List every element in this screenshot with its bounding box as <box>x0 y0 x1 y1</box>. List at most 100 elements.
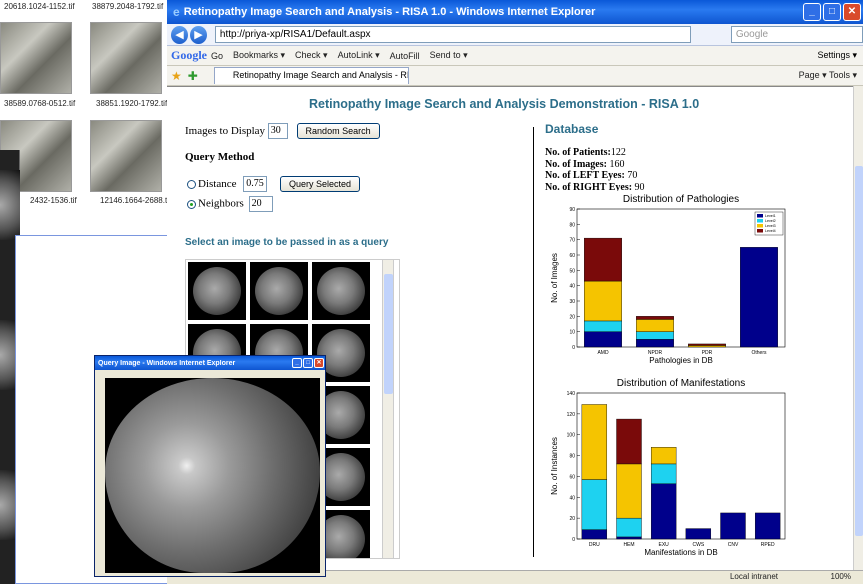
left-eyes-label: No. of LEFT Eyes: <box>545 170 625 181</box>
favorites-star-icon[interactable]: ★ <box>171 69 182 83</box>
y-tick-label: 80 <box>569 222 575 228</box>
toolbar-item-sendto[interactable]: Send to ▾ <box>430 50 468 61</box>
images-to-display-label: Images to Display <box>185 125 266 137</box>
x-axis-label: Pathologies in DB <box>649 356 713 365</box>
x-tick-label: HEM <box>623 542 634 548</box>
aerial-thumbnail[interactable] <box>0 22 72 94</box>
y-tick-label: 0 <box>572 537 575 543</box>
toolbar-item-check[interactable]: Check ▾ <box>295 50 328 61</box>
address-input[interactable]: http://priya-xp/RISA1/Default.aspx <box>214 26 691 43</box>
neighbors-label: Neighbors <box>198 197 244 210</box>
y-tick-label: 70 <box>569 238 575 244</box>
security-zone: Local intranet <box>729 572 778 581</box>
popup-maximize-button[interactable]: □ <box>303 358 313 368</box>
legend-swatch <box>757 229 763 233</box>
y-tick-label: 120 <box>567 412 576 418</box>
window-title: Retinopathy Image Search and Analysis - … <box>183 6 596 18</box>
toolbar-item-autofill[interactable]: AutoFill <box>390 51 420 61</box>
patients-label: No. of Patients: <box>545 147 611 158</box>
tab-current[interactable]: Retinopathy Image Search and Analysis - … <box>213 67 409 84</box>
y-tick-label: 0 <box>572 345 575 351</box>
distance-radio[interactable] <box>187 179 196 189</box>
google-logo: Google <box>171 48 207 62</box>
bar-segment <box>581 479 608 530</box>
left-eyes-value: 70 <box>627 170 638 181</box>
legend-entry: Level1 <box>765 214 776 218</box>
gallery-image[interactable] <box>188 262 246 320</box>
database-stats: No. of Patients:122 No. of Images: 160 N… <box>545 147 645 193</box>
forward-icon[interactable]: ▶ <box>189 25 207 44</box>
ie-titlebar: e Retinopathy Image Search and Analysis … <box>167 0 863 24</box>
thumbnail-label: 38851.1920-1792.tif <box>96 99 168 108</box>
query-selected-button[interactable]: Query Selected <box>279 176 361 192</box>
x-tick-label: Others <box>751 350 767 356</box>
gallery-image[interactable] <box>312 262 370 320</box>
y-tick-label: 30 <box>569 299 575 305</box>
y-tick-label: 60 <box>569 253 575 259</box>
bar-segment <box>581 529 608 540</box>
x-tick-label: AMD <box>597 350 609 356</box>
bar-segment <box>584 331 622 348</box>
y-tick-label: 100 <box>567 433 576 439</box>
database-heading: Database <box>545 122 599 136</box>
pathologies-chart: Distribution of Pathologies 0 10 20 30 40 50 60… <box>545 191 795 373</box>
neighbors-radio[interactable] <box>187 199 196 209</box>
settings-button[interactable]: Settings ▾ <box>817 50 857 61</box>
distance-label: Distance <box>198 178 237 190</box>
popup-close-button[interactable]: ✕ <box>314 358 324 368</box>
legend-entry: Level2 <box>765 219 776 223</box>
legend-entry: Level3 <box>765 224 776 228</box>
toolbar-item-autolink[interactable]: AutoLink ▾ <box>338 50 380 61</box>
page-tools-menu[interactable]: Page ▾ Tools ▾ <box>799 70 857 81</box>
page-scroll-thumb[interactable] <box>855 166 863 536</box>
images-to-display-input[interactable]: 30 <box>267 123 288 140</box>
x-tick-label: RPED <box>761 542 775 548</box>
bar-segment <box>616 463 642 519</box>
bar-segment <box>616 418 642 465</box>
bar-segment <box>584 280 622 322</box>
zoom-level[interactable]: 100% <box>831 572 851 581</box>
bar-segment <box>581 404 608 480</box>
legend-swatch <box>757 224 763 228</box>
y-tick-label: 50 <box>569 268 575 274</box>
bar-segment <box>636 319 674 332</box>
thumbnail-label: 12146.1664-2688.tif <box>100 196 172 205</box>
gallery-scrollbar[interactable] <box>382 259 394 559</box>
y-tick-label: 20 <box>569 516 575 522</box>
minimize-button[interactable]: _ <box>803 3 821 21</box>
legend-swatch <box>757 214 763 218</box>
toolbar-item-bookmarks[interactable]: Bookmarks ▾ <box>233 50 285 61</box>
fundus-photo <box>105 378 320 573</box>
thumbnail-label: 38879.2048-1792.tif <box>92 2 164 11</box>
close-button[interactable]: ✕ <box>843 3 861 21</box>
y-axis-label: No. of Instances <box>550 437 559 495</box>
bar-segment <box>650 463 677 484</box>
address-bar-row: ◀ ▶ http://priya-xp/RISA1/Default.aspx G… <box>167 24 863 46</box>
gallery-scroll-thumb[interactable] <box>384 274 393 394</box>
tab-row: ★ ✚ Retinopathy Image Search and Analysi… <box>167 66 863 86</box>
aerial-thumbnail[interactable] <box>90 22 162 94</box>
manifestations-chart: Distribution of Manifestations 0 20 40 60 80 1… <box>545 375 795 565</box>
back-icon[interactable]: ◀ <box>171 25 188 44</box>
popup-minimize-button[interactable]: _ <box>292 358 302 368</box>
bar-segment <box>754 512 781 540</box>
column-divider <box>533 127 534 557</box>
add-favorites-icon[interactable]: ✚ <box>188 69 198 83</box>
page-scrollbar[interactable] <box>853 86 863 570</box>
toolbar-item-go[interactable]: Go <box>211 51 223 61</box>
maximize-button[interactable]: □ <box>823 3 841 21</box>
distance-input[interactable]: 0.75 <box>243 176 268 193</box>
bar-segment <box>616 536 642 540</box>
gallery-image[interactable] <box>250 262 308 320</box>
x-tick-label: CNV <box>728 542 739 548</box>
popup-titlebar: Query Image - Windows Internet Explorer … <box>95 356 325 370</box>
chart-title: Distribution of Pathologies <box>623 194 739 205</box>
bar-segment <box>740 247 778 348</box>
random-search-button[interactable]: Random Search <box>296 123 380 139</box>
bar-segment <box>685 528 712 540</box>
neighbors-input[interactable]: 20 <box>248 196 273 212</box>
search-input[interactable]: Google <box>730 26 863 43</box>
images-value: 160 <box>609 158 625 170</box>
y-tick-label: 10 <box>569 330 575 336</box>
aerial-thumbnail[interactable] <box>90 120 162 192</box>
